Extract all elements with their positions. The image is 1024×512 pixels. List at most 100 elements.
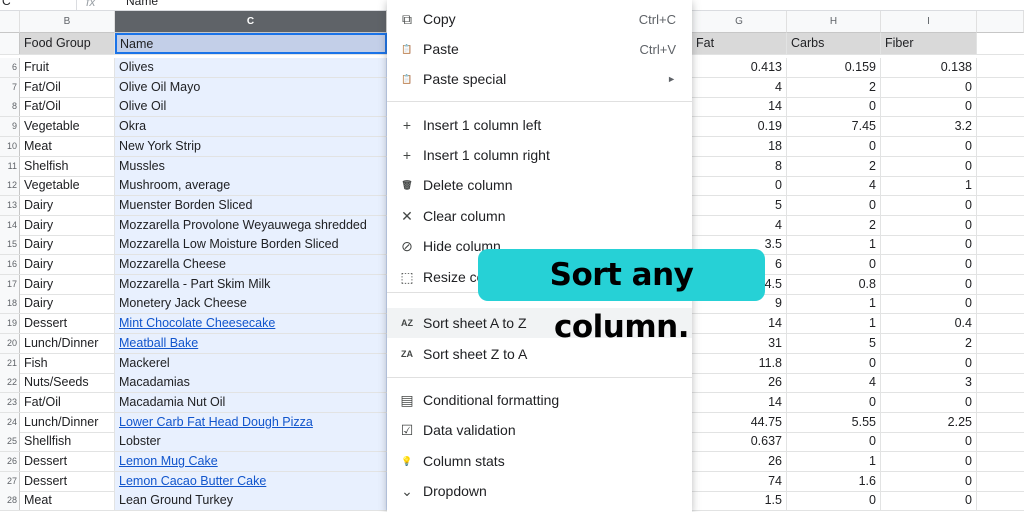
cell-name-link[interactable]: Mint Chocolate Cheesecake: [115, 314, 387, 334]
menu-item-dropdown[interactable]: ⌄ Dropdown: [387, 476, 692, 506]
cell-carbs[interactable]: 0.8: [787, 274, 881, 294]
cell-name[interactable]: Macadamia Nut Oil: [115, 392, 387, 412]
cell-food-group[interactable]: Fruit: [20, 58, 115, 77]
cell-fat[interactable]: 4: [692, 77, 787, 97]
cell-fat[interactable]: 14: [692, 392, 787, 412]
cell-food-group[interactable]: Meat: [20, 136, 115, 156]
cell-carbs[interactable]: 1: [787, 235, 881, 255]
row-number[interactable]: 15: [0, 235, 20, 255]
cell-name[interactable]: Mozzarella Cheese: [115, 255, 387, 274]
column-header-g[interactable]: G: [692, 11, 787, 33]
cell-name[interactable]: Olive Oil: [115, 97, 387, 117]
cell-fiber[interactable]: 0: [881, 215, 977, 235]
cell-name-link[interactable]: Lemon Mug Cake: [115, 452, 387, 471]
menu-item-copy[interactable]: ⧉ Copy Ctrl+C: [387, 4, 692, 34]
cell-fiber[interactable]: 0.138: [881, 58, 977, 77]
cell-name[interactable]: Macadamias: [115, 373, 387, 393]
row-number[interactable]: 17: [0, 274, 20, 294]
cell-carbs[interactable]: 5: [787, 333, 881, 353]
cell-carbs[interactable]: 0: [787, 136, 881, 156]
menu-item-paste-special[interactable]: 📋 Paste special ►: [387, 64, 692, 94]
cell-fat[interactable]: 0.413: [692, 58, 787, 77]
cell-fiber[interactable]: 0: [881, 235, 977, 255]
row-number[interactable]: 23: [0, 392, 20, 412]
header-fiber[interactable]: Fiber: [881, 33, 977, 54]
menu-item-paste[interactable]: 📋 Paste Ctrl+V: [387, 34, 692, 64]
cell-name-link[interactable]: Lemon Cacao Butter Cake: [115, 471, 387, 491]
cell-food-group[interactable]: Dessert: [20, 314, 115, 334]
cell-carbs[interactable]: 7.45: [787, 117, 881, 137]
menu-item-data-validation[interactable]: ☑ Data validation: [387, 415, 692, 445]
cell-food-group[interactable]: Fat/Oil: [20, 392, 115, 412]
cell-food-group[interactable]: Lunch/Dinner: [20, 412, 115, 432]
cell-food-group[interactable]: Fat/Oil: [20, 77, 115, 97]
cell-carbs[interactable]: 1: [787, 314, 881, 334]
row-number[interactable]: 20: [0, 333, 20, 353]
row-number[interactable]: 9: [0, 117, 20, 137]
cell-name[interactable]: Monetery Jack Cheese: [115, 294, 387, 314]
cell-name[interactable]: Mozzarella Provolone Weyauwega shredded: [115, 215, 387, 235]
column-header-b[interactable]: B: [20, 11, 115, 33]
cell-name[interactable]: Muenster Borden Sliced: [115, 195, 387, 215]
select-all-corner[interactable]: [0, 11, 20, 33]
cell-fiber[interactable]: 0: [881, 471, 977, 491]
cell-fiber[interactable]: 0: [881, 491, 977, 511]
menu-item-delete-column[interactable]: 🗑 Delete column: [387, 170, 692, 200]
cell-fat[interactable]: 44.75: [692, 412, 787, 432]
cell-carbs[interactable]: 5.55: [787, 412, 881, 432]
cell-fat[interactable]: 8: [692, 156, 787, 176]
cell-food-group[interactable]: Meat: [20, 491, 115, 511]
cell-carbs[interactable]: 4: [787, 373, 881, 393]
cell-fiber[interactable]: 0: [881, 353, 977, 373]
column-header-c[interactable]: C: [115, 11, 387, 33]
cell-food-group[interactable]: Vegetable: [20, 176, 115, 196]
cell-fiber[interactable]: 0: [881, 274, 977, 294]
row-number[interactable]: 14: [0, 215, 20, 235]
cell-name[interactable]: Mozzarella Low Moisture Borden Sliced: [115, 235, 387, 255]
row-number[interactable]: 19: [0, 314, 20, 334]
cell-name[interactable]: Mozzarella - Part Skim Milk: [115, 274, 387, 294]
cell-name[interactable]: Mussles: [115, 156, 387, 176]
cell-carbs[interactable]: 2: [787, 77, 881, 97]
row-number[interactable]: 12: [0, 176, 20, 196]
header-food-group[interactable]: Food Group: [20, 33, 115, 54]
cell-fat[interactable]: 4: [692, 215, 787, 235]
row-number[interactable]: 13: [0, 195, 20, 215]
cell-fiber[interactable]: 0: [881, 452, 977, 471]
row-number[interactable]: [0, 33, 20, 54]
row-number[interactable]: 7: [0, 77, 20, 97]
cell-fat[interactable]: 0: [692, 176, 787, 196]
cell-carbs[interactable]: 1: [787, 452, 881, 471]
cell-fat[interactable]: 0.19: [692, 117, 787, 137]
cell-food-group[interactable]: Dessert: [20, 452, 115, 471]
menu-item-insert-1-column-right[interactable]: + Insert 1 column right: [387, 140, 692, 170]
header-carbs[interactable]: Carbs: [787, 33, 881, 54]
header-name[interactable]: Name: [115, 33, 387, 54]
cell-carbs[interactable]: 0: [787, 255, 881, 274]
cell-fat[interactable]: 1.5: [692, 491, 787, 511]
cell-fat[interactable]: 31: [692, 333, 787, 353]
cell-fiber[interactable]: 0: [881, 432, 977, 452]
formula-input[interactable]: Name: [126, 0, 158, 8]
row-number[interactable]: 22: [0, 373, 20, 393]
cell-carbs[interactable]: 0: [787, 97, 881, 117]
cell-carbs[interactable]: 0: [787, 491, 881, 511]
cell-carbs[interactable]: 0: [787, 353, 881, 373]
cell-name[interactable]: Lobster: [115, 432, 387, 452]
cell-food-group[interactable]: Vegetable: [20, 117, 115, 137]
cell-food-group[interactable]: Dairy: [20, 235, 115, 255]
menu-item-clear-column[interactable]: ✕ Clear column: [387, 201, 692, 231]
cell-food-group[interactable]: Dairy: [20, 294, 115, 314]
cell-food-group[interactable]: Dairy: [20, 274, 115, 294]
cell-reference[interactable]: C: [2, 0, 11, 8]
cell-carbs[interactable]: 0.159: [787, 58, 881, 77]
cell-fiber[interactable]: 1: [881, 176, 977, 196]
cell-fat[interactable]: 14: [692, 314, 787, 334]
cell-fiber[interactable]: 2: [881, 333, 977, 353]
cell-fiber[interactable]: 0.4: [881, 314, 977, 334]
menu-item-column-stats[interactable]: 💡 Column stats: [387, 446, 692, 476]
cell-food-group[interactable]: Fat/Oil: [20, 97, 115, 117]
cell-name-link[interactable]: Lower Carb Fat Head Dough Pizza: [115, 412, 387, 432]
cell-fiber[interactable]: 3.2: [881, 117, 977, 137]
cell-name[interactable]: Okra: [115, 117, 387, 137]
